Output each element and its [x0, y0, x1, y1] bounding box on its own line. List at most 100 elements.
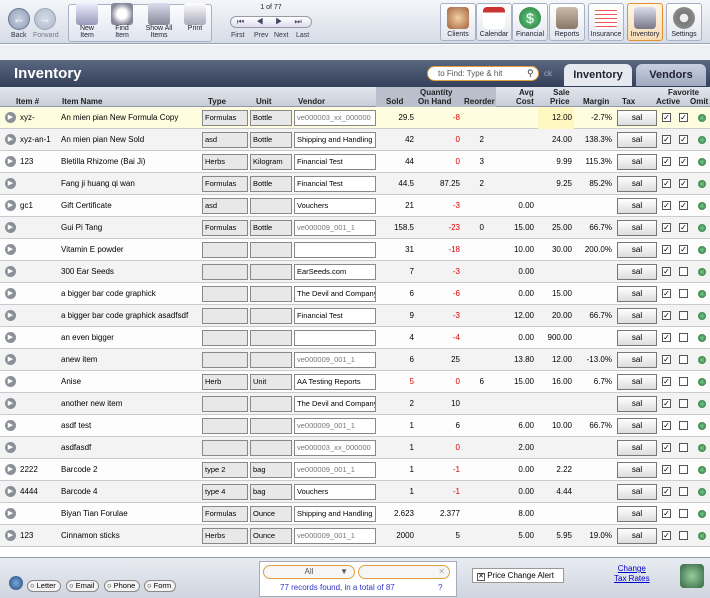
tax-select[interactable]: sal: [617, 440, 657, 456]
tax-select[interactable]: sal: [617, 352, 657, 368]
unit-field[interactable]: Ounce: [250, 506, 292, 522]
omit-checkbox[interactable]: [679, 421, 688, 430]
type-field[interactable]: Formulas: [202, 506, 248, 522]
type-field[interactable]: asd: [202, 132, 248, 148]
row-open-arrow-icon[interactable]: ▶: [5, 112, 16, 123]
type-field[interactable]: type 4: [202, 484, 248, 500]
table-row[interactable]: ▶ 2222 Barcode 2 type 2 bag ve000009_001_1 1 -1…: [0, 459, 710, 481]
row-open-arrow-icon[interactable]: ▶: [5, 376, 16, 387]
active-checkbox[interactable]: ✓: [662, 509, 671, 518]
item-name[interactable]: asdf test: [61, 415, 201, 437]
tax-select[interactable]: sal: [617, 264, 657, 280]
table-row[interactable]: ▶ a bigger bar code graphick The Devil and…: [0, 283, 710, 305]
tax-select[interactable]: sal: [617, 330, 657, 346]
vendor-field[interactable]: The Devil and Company: [294, 396, 376, 412]
active-checkbox[interactable]: ✓: [662, 333, 671, 342]
tax-select[interactable]: sal: [617, 506, 657, 522]
sale-price-value[interactable]: [538, 437, 574, 459]
unit-field[interactable]: [250, 308, 292, 324]
table-row[interactable]: ▶ Anise Herb Unit AA Testing Reports 5 0 6 15.00…: [0, 371, 710, 393]
omit-checkbox[interactable]: [679, 355, 688, 364]
vendor-field[interactable]: ve000003_xx_000000: [294, 110, 376, 126]
vendor-field[interactable]: [294, 330, 376, 346]
unit-field[interactable]: Unit: [250, 374, 292, 390]
active-checkbox[interactable]: ✓: [662, 377, 671, 386]
unit-field[interactable]: [250, 198, 292, 214]
omit-checkbox[interactable]: [679, 333, 688, 342]
omit-checkbox[interactable]: ✓: [679, 245, 688, 254]
search-input[interactable]: to Find: Type & hit: [427, 66, 539, 81]
sale-price-value[interactable]: [538, 503, 574, 525]
tax-select[interactable]: sal: [617, 374, 657, 390]
unit-field[interactable]: Bottle: [250, 110, 292, 126]
col-item-name[interactable]: Item Name: [62, 97, 102, 106]
row-open-arrow-icon[interactable]: ▶: [5, 354, 16, 365]
item-name[interactable]: Biyan Tian Forulae: [61, 503, 201, 525]
module-settings[interactable]: Settings: [666, 3, 702, 41]
unit-field[interactable]: Bottle: [250, 176, 292, 192]
active-checkbox[interactable]: ✓: [662, 223, 671, 232]
type-field[interactable]: [202, 286, 248, 302]
omit-checkbox[interactable]: [679, 399, 688, 408]
col-tax[interactable]: Tax: [622, 97, 635, 106]
vendor-field[interactable]: ve000009_001_1: [294, 528, 376, 544]
type-field[interactable]: Herbs: [202, 154, 248, 170]
vendor-field[interactable]: ve000003_xx_000000: [294, 440, 376, 456]
sale-price-value[interactable]: 900.00: [538, 327, 574, 349]
col-avg-cost[interactable]: Avg Cost: [516, 88, 534, 106]
unit-field[interactable]: [250, 418, 292, 434]
help-icon[interactable]: ?: [438, 583, 442, 592]
vendor-field[interactable]: The Devil and Company: [294, 286, 376, 302]
omit-checkbox[interactable]: ✓: [679, 223, 688, 232]
vendor-field[interactable]: ve000009_001_1: [294, 352, 376, 368]
next-record-icon[interactable]: ▶: [275, 17, 294, 26]
item-name[interactable]: a bigger bar code graphick asadfsdf: [61, 305, 201, 327]
phone-button[interactable]: ○ Phone: [104, 580, 141, 592]
unit-field[interactable]: [250, 352, 292, 368]
table-row[interactable]: ▶ Gui Pi Tang Formulas Bottle ve000009_001_1…: [0, 217, 710, 239]
item-name[interactable]: asdfasdf: [61, 437, 201, 459]
item-name[interactable]: Gui Pi Tang: [61, 217, 201, 239]
price-alert-checkbox[interactable]: ✕: [477, 573, 485, 581]
table-row[interactable]: ▶ asdf test ve000009_001_1 1 6 6.00 10.00 66.7%…: [0, 415, 710, 437]
row-open-arrow-icon[interactable]: ▶: [5, 310, 16, 321]
module-financial[interactable]: $ Financial: [512, 3, 548, 41]
tax-select[interactable]: sal: [617, 176, 657, 192]
module-inventory[interactable]: Inventory: [627, 3, 663, 41]
module-clients[interactable]: Clients: [440, 3, 476, 41]
sale-price-value[interactable]: 9.99: [538, 151, 574, 173]
active-checkbox[interactable]: ✓: [662, 245, 671, 254]
col-active[interactable]: Active: [656, 97, 680, 106]
tax-select[interactable]: sal: [617, 132, 657, 148]
sale-price-value[interactable]: 5.95: [538, 525, 574, 547]
tax-select[interactable]: sal: [617, 220, 657, 236]
module-calendar[interactable]: Calendar: [476, 3, 512, 41]
col-omit[interactable]: Omit: [690, 97, 708, 106]
module-insurance[interactable]: Insurance: [588, 3, 624, 41]
vendor-field[interactable]: Financial Test: [294, 154, 376, 170]
type-field[interactable]: Formulas: [202, 176, 248, 192]
col-sold[interactable]: Sold: [386, 97, 403, 106]
sale-price-value[interactable]: 12.00: [538, 349, 574, 371]
sale-price-value[interactable]: 16.00: [538, 371, 574, 393]
row-open-arrow-icon[interactable]: ▶: [5, 442, 16, 453]
row-open-arrow-icon[interactable]: ▶: [5, 156, 16, 167]
table-row[interactable]: ▶ Vitamin E powder 31 -18 10.00 30.00 200.0% sa…: [0, 239, 710, 261]
sale-price-value[interactable]: 12.00: [538, 107, 574, 129]
row-open-arrow-icon[interactable]: ▶: [5, 530, 16, 541]
unit-field[interactable]: Kilogram: [250, 154, 292, 170]
tax-select[interactable]: sal: [617, 154, 657, 170]
form-button[interactable]: ○ Form: [144, 580, 177, 592]
omit-checkbox[interactable]: [679, 377, 688, 386]
omit-checkbox[interactable]: ✓: [679, 157, 688, 166]
item-name[interactable]: Bletilla Rhizome (Bai Ji): [61, 151, 201, 173]
active-checkbox[interactable]: ✓: [662, 113, 671, 122]
active-checkbox[interactable]: ✓: [662, 201, 671, 210]
letter-button[interactable]: ○ Letter: [27, 580, 61, 592]
vendor-field[interactable]: ve000009_001_1: [294, 220, 376, 236]
type-field[interactable]: [202, 418, 248, 434]
clear-filter-icon[interactable]: ✕: [438, 567, 445, 576]
type-field[interactable]: [202, 264, 248, 280]
sale-price-value[interactable]: 15.00: [538, 283, 574, 305]
item-name[interactable]: Anise: [61, 371, 201, 393]
